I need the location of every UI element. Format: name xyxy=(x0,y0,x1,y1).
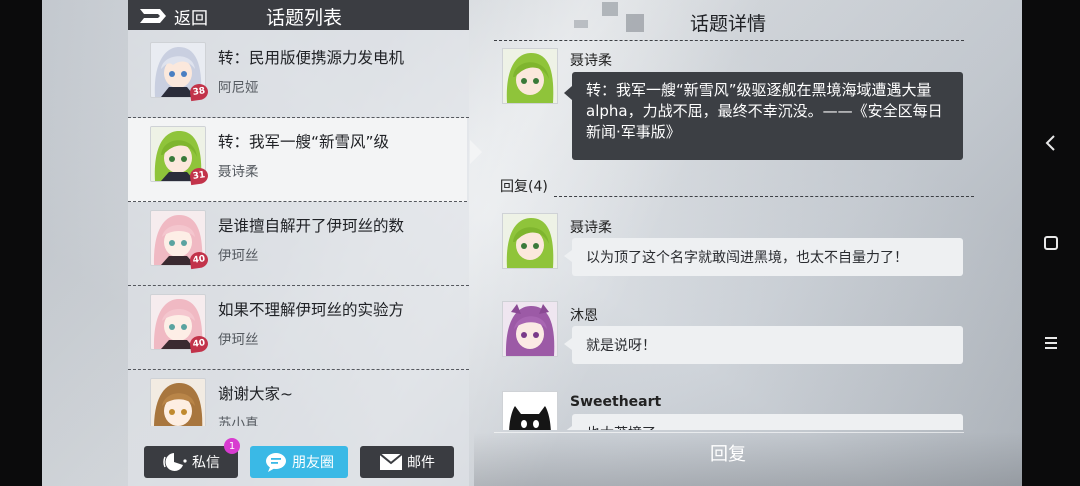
topic-list: 38 转：民用版便携源力发电机 阿尼娅 31 转：我军一艘“新雪风”级 聂诗柔 … xyxy=(128,34,469,426)
mail-label: 邮件 xyxy=(407,455,435,471)
private-message-label: 私信 xyxy=(192,455,220,471)
pacman-chat-icon xyxy=(163,453,187,471)
nav-back-icon[interactable] xyxy=(1040,132,1062,154)
black-cat-avatar xyxy=(502,391,558,430)
topic-list-title: 话题列表 xyxy=(266,7,343,29)
back-button[interactable]: 返回 xyxy=(138,2,208,30)
purple-hair-girl-avatar xyxy=(502,301,558,357)
green-hair-girl-avatar xyxy=(502,48,558,104)
topic-author: 伊珂丝 xyxy=(218,248,259,264)
topic-title: 转：我军一艘“新雪风”级 xyxy=(218,133,390,151)
topic-item[interactable]: 谢谢大家~ 苏小真 xyxy=(128,370,469,426)
reply-text: 也太莽撞了…… xyxy=(564,414,963,430)
back-label: 返回 xyxy=(174,8,208,29)
post-content-bubble: 转：我军一艘“新雪风”级驱逐舰在黑境海域遭遇大量alpha，力战不屈，最终不幸沉… xyxy=(564,72,963,160)
bottom-tab-bar: 私信 1 朋友圈 邮件 xyxy=(128,438,469,486)
reply-list: 聂诗柔 以为顶了这个名字就敢闯进黑境，也太不自量力了！ 沐恩 就是说呀！ Swe… xyxy=(494,205,1014,430)
topic-author: 阿尼娅 xyxy=(218,80,259,96)
app-stage: 返回 话题列表 38 转：民用版便携源力发电机 阿尼娅 31 转：我军一艘“新雪… xyxy=(42,0,1022,486)
nav-menu-icon[interactable] xyxy=(1040,332,1062,354)
topic-title: 谢谢大家~ xyxy=(218,385,293,403)
topic-author: 伊珂丝 xyxy=(218,332,259,348)
moments-button[interactable]: 朋友圈 xyxy=(250,446,348,478)
reply-bar xyxy=(474,432,1022,486)
reply-count: 回复(4) xyxy=(500,179,548,195)
topic-item-selected[interactable]: 31 转：我军一艘“新雪风”级 聂诗柔 xyxy=(128,118,467,202)
divider xyxy=(554,196,974,197)
level-badge: 40 xyxy=(188,334,210,354)
reply-button[interactable]: 回复 xyxy=(710,440,746,466)
topic-author: 苏小真 xyxy=(218,416,259,426)
green-hair-girl-avatar xyxy=(502,213,558,269)
reply-text: 以为顶了这个名字就敢闯进黑境，也太不自量力了！ xyxy=(564,238,963,276)
level-badge: 38 xyxy=(188,82,210,102)
notification-badge: 1 xyxy=(224,438,240,454)
system-nav-bar xyxy=(1022,0,1080,486)
level-badge: 40 xyxy=(188,250,210,270)
speech-bubble-icon xyxy=(266,453,286,472)
decorative-squares xyxy=(574,2,644,32)
brown-hair-girl-avatar xyxy=(150,378,206,426)
topic-item[interactable]: 38 转：民用版便携源力发电机 阿尼娅 xyxy=(128,34,469,118)
topic-detail-panel: 话题详情 聂诗柔 转：我军一艘“新雪风”级驱逐舰在黑境海域遭遇大量alpha，力… xyxy=(474,0,1022,486)
topic-author: 聂诗柔 xyxy=(218,164,259,180)
mail-button[interactable]: 邮件 xyxy=(360,446,454,478)
nav-home-icon[interactable] xyxy=(1040,232,1062,254)
reply-author: 聂诗柔 xyxy=(570,220,612,236)
topic-list-panel: 返回 话题列表 38 转：民用版便携源力发电机 阿尼娅 31 转：我军一艘“新雪… xyxy=(128,0,469,486)
topic-title: 如果不理解伊珂丝的实验方 xyxy=(218,301,405,319)
reply-author: 沐恩 xyxy=(570,308,598,324)
reply-author: Sweetheart xyxy=(570,394,662,410)
moments-label: 朋友圈 xyxy=(292,455,334,471)
private-message-button[interactable]: 私信 xyxy=(144,446,238,478)
envelope-icon xyxy=(379,453,403,470)
poster-name: 聂诗柔 xyxy=(570,53,612,69)
topic-item[interactable]: 40 是谁擅自解开了伊珂丝的数 伊珂丝 xyxy=(128,202,469,286)
detail-title: 话题详情 xyxy=(690,13,767,35)
reply-text: 就是说呀！ xyxy=(564,326,963,364)
topic-item[interactable]: 40 如果不理解伊珂丝的实验方 伊珂丝 xyxy=(128,286,469,370)
topic-title: 是谁擅自解开了伊珂丝的数 xyxy=(218,217,405,235)
divider xyxy=(494,40,964,41)
back-logo-icon xyxy=(140,9,166,23)
topic-list-header: 返回 话题列表 xyxy=(128,0,469,30)
level-badge: 31 xyxy=(188,166,210,186)
topic-title: 转：民用版便携源力发电机 xyxy=(218,49,405,67)
